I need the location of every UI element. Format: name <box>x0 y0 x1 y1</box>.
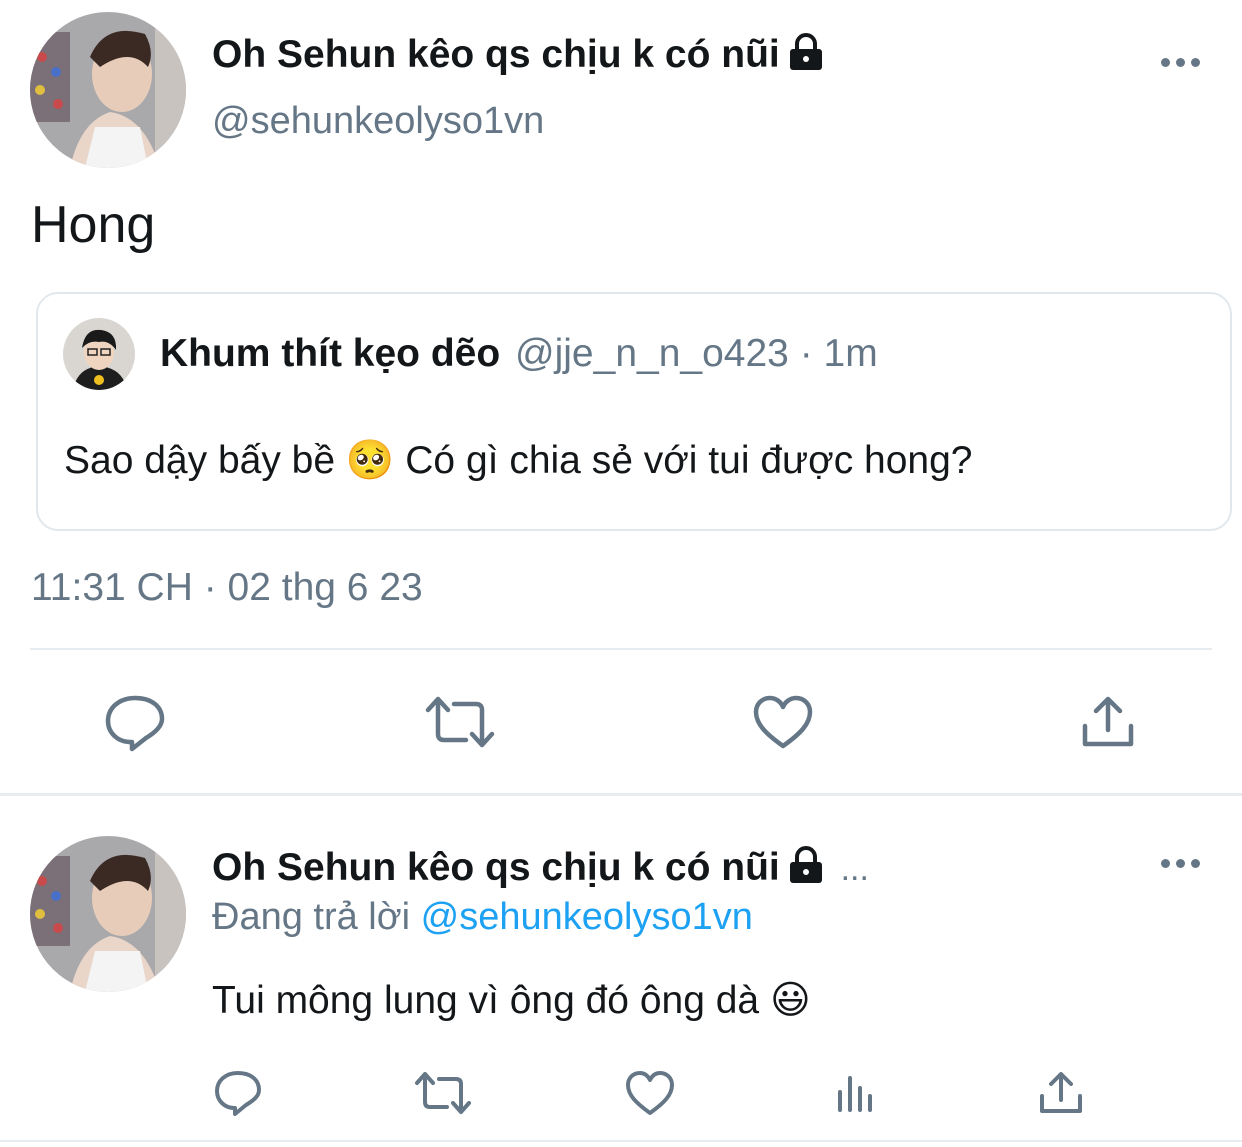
like-icon[interactable] <box>625 1070 675 1116</box>
replying-prefix: Đang trả lời <box>212 896 411 938</box>
quoted-handle[interactable]: @jje_n_n_o423 <box>515 332 789 375</box>
analytics-icon[interactable] <box>834 1070 878 1114</box>
divider <box>0 1140 1242 1142</box>
more-icon[interactable] <box>1161 58 1200 67</box>
replying-to-line: Đang trả lời @sehunkeolyso1vn <box>212 896 753 939</box>
reply-display-name[interactable]: Oh Sehun kêo qs chịu k có nũi ... <box>212 846 869 894</box>
quoted-time: 1m <box>823 332 878 375</box>
quoted-tweet-text: Sao dậy bấy bề 🥺 Có gì chia sẻ với tui đ… <box>64 439 973 482</box>
tweet-text: Hong <box>31 196 156 254</box>
reply-icon[interactable] <box>213 1068 263 1116</box>
divider <box>30 648 1212 650</box>
author-handle[interactable]: @sehunkeolyso1vn <box>212 100 544 143</box>
reply-text: Tui mông lung vì ông đó ông dà 😃 <box>212 979 811 1022</box>
retweet-icon[interactable] <box>414 1070 472 1116</box>
lock-icon <box>786 33 826 81</box>
reply-icon[interactable] <box>104 692 166 752</box>
share-icon[interactable] <box>1038 1070 1084 1116</box>
truncation-ellipsis: ... <box>840 850 869 888</box>
quoted-tweet-header: Khum thít kẹo dẽo @jje_n_n_o423 · 1m <box>160 332 878 376</box>
tweet-timestamp[interactable]: 11:31 CH · 02 thg 6 23 <box>31 566 423 610</box>
reply-more-icon[interactable] <box>1161 859 1200 868</box>
lock-icon <box>786 846 826 894</box>
replying-to-link[interactable]: @sehunkeolyso1vn <box>421 896 753 938</box>
share-icon[interactable] <box>1080 694 1136 750</box>
quoted-display-name[interactable]: Khum thít kẹo dẽo <box>160 332 500 375</box>
author-display-name[interactable]: Oh Sehun kêo qs chịu k có nũi <box>212 33 826 81</box>
quoted-separator: · <box>799 332 813 375</box>
author-avatar[interactable] <box>30 12 186 168</box>
retweet-icon[interactable] <box>424 694 496 750</box>
quoted-author-avatar[interactable] <box>63 318 135 390</box>
divider <box>0 793 1242 796</box>
quoted-tweet-card[interactable] <box>36 292 1232 531</box>
reply-author-avatar[interactable] <box>30 836 186 992</box>
like-icon[interactable] <box>752 694 814 750</box>
